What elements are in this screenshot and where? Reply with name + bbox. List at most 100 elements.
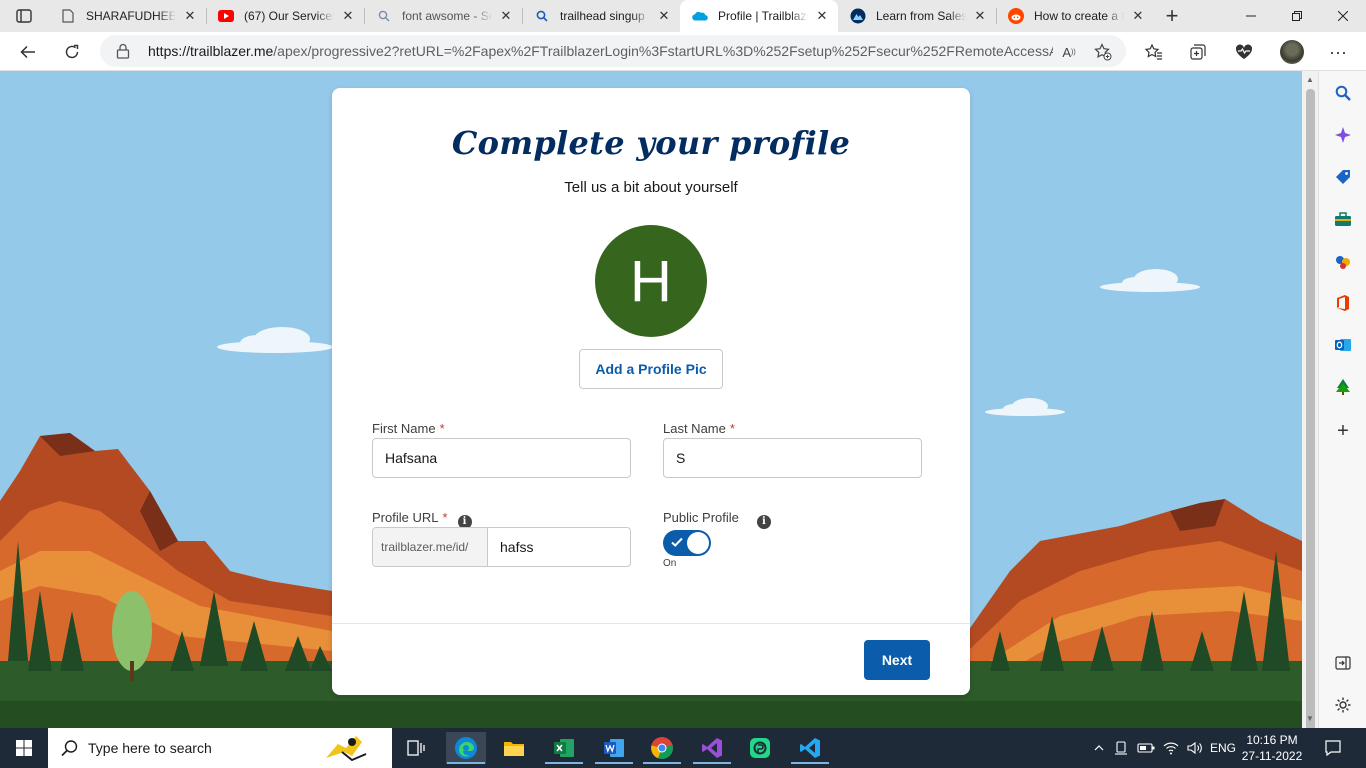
search-highlight-icon [326,736,367,762]
close-icon[interactable]: ✕ [656,8,672,24]
page-scrollbar[interactable]: ▲ ▼ [1302,71,1318,734]
public-profile-toggle[interactable] [663,530,711,556]
tab-font-awesome[interactable]: font awsome - Se ✕ [364,0,522,32]
file-explorer-icon[interactable] [494,732,534,764]
office-icon[interactable] [1333,293,1353,313]
games-icon[interactable] [1333,251,1353,271]
card-divider [332,623,970,624]
settings-more-icon[interactable]: ··· [1322,36,1354,68]
cloud-left [217,327,333,353]
close-window-button[interactable] [1320,0,1366,32]
info-icon[interactable]: i [756,514,771,529]
scroll-thumb[interactable] [1306,89,1315,734]
taskbar-search-box[interactable]: Type here to search [48,728,392,768]
battery-icon[interactable] [1136,728,1156,768]
close-icon[interactable]: ✕ [182,8,198,24]
new-tab-button[interactable]: + [1158,3,1186,28]
profile-card: Complete your profile Tell us a bit abou… [332,88,970,695]
check-icon [671,537,683,547]
tab-sharafudheen[interactable]: SHARAFUDHEEN ✕ [48,0,206,32]
vscode-icon[interactable] [790,732,830,764]
required-marker: * [442,510,448,525]
running-indicator [643,762,681,764]
last-name-label-text: Last Name [663,421,726,436]
tab-title: How to create a t [1034,9,1124,23]
page-viewport: Complete your profile Tell us a bit abou… [0,71,1302,728]
device-icon[interactable] [1112,728,1130,768]
close-icon[interactable]: ✕ [814,8,830,24]
visual-studio-icon[interactable] [692,732,732,764]
last-name-field[interactable]: S [663,438,922,478]
last-name-label: Last Name * [663,421,735,436]
discover-icon[interactable] [1333,125,1353,145]
task-view-icon[interactable] [396,732,436,764]
browser-essentials-icon[interactable] [1228,36,1260,68]
profile-url-prefix: trailblazer.me/id/ [373,528,488,566]
language-indicator[interactable]: ENG [1208,728,1238,768]
show-hidden-icons[interactable] [1090,728,1108,768]
add-profile-pic-button[interactable]: Add a Profile Pic [579,349,723,389]
add-favorite-icon[interactable] [1094,43,1112,61]
cloud-right-top [1100,269,1200,292]
search-icon[interactable] [1333,83,1353,103]
lock-icon[interactable] [116,43,132,59]
close-icon[interactable]: ✕ [1130,8,1146,24]
chrome-icon[interactable] [642,732,682,764]
tab-actions-icon[interactable] [8,4,40,28]
sidebar-settings-icon[interactable] [1333,695,1353,715]
tab-learn-salesforce[interactable]: Learn from Salesf ✕ [838,0,996,32]
first-name-label: First Name * [372,421,445,436]
url-text[interactable]: https://trailblazer.me/apex/progressive2… [148,43,1053,59]
tab-title: Learn from Salesf [876,9,966,23]
drop-tree-icon[interactable] [1333,377,1353,397]
tab-trailhead-signup[interactable]: trailhead singup ✕ [522,0,680,32]
collections-icon[interactable] [1182,36,1214,68]
close-icon[interactable]: ✕ [972,8,988,24]
volume-icon[interactable] [1184,728,1206,768]
word-icon[interactable] [594,732,634,764]
profile-url-field[interactable]: hafss [488,528,630,566]
windows-start-icon[interactable] [4,732,44,764]
edge-sidebar: + [1318,71,1366,728]
tab-title: (67) Our Services [244,9,334,23]
windows-taskbar: Type here to search ENG 10:16 PM 27-11-2… [0,728,1366,768]
next-button[interactable]: Next [864,640,930,680]
public-profile-state: On [663,558,677,569]
running-indicator [545,762,583,764]
navigation-bar: https://trailblazer.me/apex/progressive2… [0,32,1366,71]
add-sidebar-app-icon[interactable]: + [1333,420,1353,442]
scroll-up-arrow[interactable]: ▲ [1305,75,1315,85]
excel-icon[interactable] [544,732,584,764]
profile-url-label-text: Profile URL [372,510,439,525]
public-profile-label-text: Public Profile [663,510,739,525]
back-button[interactable] [12,36,44,68]
profile-avatar[interactable] [1276,36,1308,68]
close-icon[interactable]: ✕ [498,8,514,24]
page-title: Complete your profile [451,124,851,162]
shopping-tag-icon[interactable] [1333,167,1353,187]
favorites-icon[interactable] [1138,36,1170,68]
wifi-icon[interactable] [1160,728,1182,768]
search-icon [534,8,550,24]
address-bar[interactable]: https://trailblazer.me/apex/progressive2… [100,35,1126,67]
outlook-icon[interactable] [1333,335,1353,355]
notification-icon[interactable] [1318,728,1348,768]
minimize-button[interactable] [1228,0,1274,32]
tools-icon[interactable] [1333,209,1353,229]
read-aloud-icon[interactable]: A)) [1060,43,1078,61]
scroll-down-arrow[interactable]: ▼ [1305,714,1315,724]
running-indicator [693,762,731,764]
tab-profile-trailblazer[interactable]: Profile | Trailblaze ✕ [680,0,838,32]
tab-our-services[interactable]: (67) Our Services ✕ [206,0,364,32]
required-marker: * [729,421,735,436]
edge-taskbar-icon[interactable] [446,732,486,764]
close-icon[interactable]: ✕ [340,8,356,24]
restore-button[interactable] [1274,0,1320,32]
hide-sidebar-icon[interactable] [1333,653,1353,673]
first-name-field[interactable]: Hafsana [372,438,631,478]
taskbar-clock[interactable]: 10:16 PM 27-11-2022 [1240,732,1304,764]
cloud-right-bottom [985,398,1065,416]
tab-how-to-create[interactable]: How to create a t ✕ [996,0,1154,32]
refresh-button[interactable] [56,36,88,68]
pycharm-edu-icon[interactable] [740,732,780,764]
